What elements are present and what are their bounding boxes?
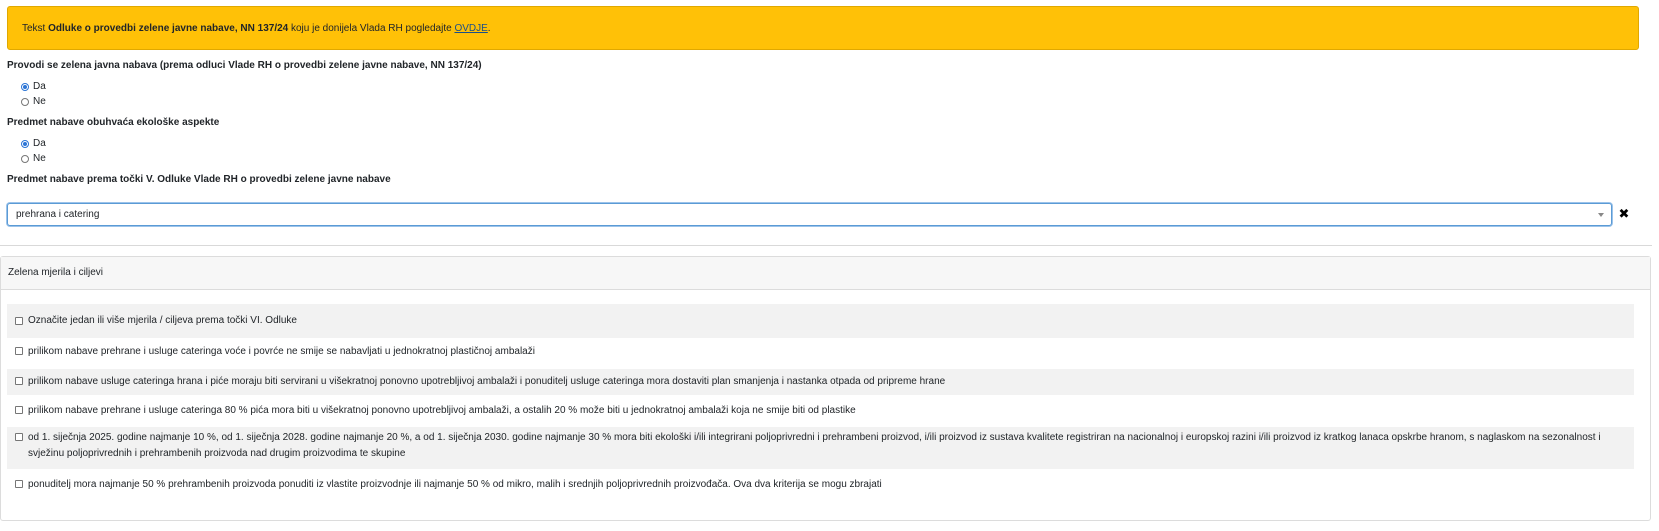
radio-label: Ne bbox=[33, 96, 46, 107]
radio-option-q1-da[interactable]: Da bbox=[7, 79, 1652, 94]
radio-button[interactable] bbox=[21, 97, 29, 106]
radio-button[interactable] bbox=[21, 154, 29, 163]
radio-label: Da bbox=[33, 138, 46, 149]
checkbox[interactable] bbox=[15, 433, 23, 441]
radio-button[interactable] bbox=[21, 82, 29, 91]
info-alert: Tekst Odluke o provedbi zelene javne nab… bbox=[7, 6, 1639, 50]
list-item[interactable]: Označite jedan ili više mjerila / ciljev… bbox=[7, 304, 1634, 338]
checkbox[interactable] bbox=[15, 480, 23, 488]
criterion-text: prilikom nabave prehrane i usluge cateri… bbox=[28, 405, 856, 416]
list-item[interactable]: od 1. siječnja 2025. godine najmanje 10 … bbox=[7, 427, 1634, 469]
radio-option-q2-da[interactable]: Da bbox=[7, 136, 1652, 151]
selected-value: prehrana i catering bbox=[16, 209, 100, 220]
checkbox[interactable] bbox=[15, 347, 23, 355]
criterion-text: prilikom nabave usluge cateringa hrana i… bbox=[28, 376, 946, 387]
list-item[interactable]: prilikom nabave prehrane i usluge cateri… bbox=[7, 344, 1634, 362]
alert-prefix: Tekst bbox=[22, 23, 49, 34]
procurement-subject-select[interactable]: prehrana i catering bbox=[7, 203, 1612, 226]
checkbox[interactable] bbox=[15, 317, 23, 325]
criterion-text: prilikom nabave prehrane i usluge cateri… bbox=[28, 346, 535, 357]
criterion-text: Označite jedan ili više mjerila / ciljev… bbox=[28, 315, 297, 326]
radio-label: Ne bbox=[33, 153, 46, 164]
list-item[interactable]: prilikom nabave usluge cateringa hrana i… bbox=[7, 369, 1634, 395]
close-icon[interactable]: ✖ bbox=[1617, 206, 1631, 222]
alert-decision-title: Odluke o provedbi zelene javne nabave, N… bbox=[48, 23, 289, 34]
radio-button[interactable] bbox=[21, 139, 29, 148]
checkbox[interactable] bbox=[15, 406, 23, 414]
section-divider bbox=[0, 245, 1652, 246]
checkbox[interactable] bbox=[15, 377, 23, 385]
criterion-text: ponuditelj mora najmanje 50 % prehramben… bbox=[28, 479, 882, 490]
question-ecological-aspects-label: Predmet nabave obuhvaća ekološke aspekte bbox=[7, 117, 220, 128]
radio-option-q2-ne[interactable]: Ne bbox=[7, 151, 1652, 166]
alert-link[interactable]: OVDJE bbox=[454, 23, 487, 34]
list-item[interactable]: prilikom nabave prehrane i usluge cateri… bbox=[7, 403, 1634, 421]
question-procurement-subject: Predmet nabave prema točki V. Odluke Vla… bbox=[7, 173, 1652, 187]
chevron-down-icon[interactable] bbox=[1598, 213, 1604, 217]
question-green-procurement-label: Provodi se zelena javna nabava (prema od… bbox=[7, 60, 482, 71]
question-green-procurement: Provodi se zelena javna nabava (prema od… bbox=[7, 59, 1652, 109]
alert-middle: koju je donijela Vlada RH pogledajte bbox=[288, 23, 455, 34]
question-ecological-aspects: Predmet nabave obuhvaća ekološke aspekte… bbox=[7, 116, 1652, 166]
radio-label: Da bbox=[33, 81, 46, 92]
criterion-text: od 1. siječnja 2025. godine najmanje 10 … bbox=[28, 432, 1601, 459]
alert-suffix: . bbox=[487, 23, 491, 34]
panel-title: Zelena mjerila i ciljevi bbox=[1, 257, 1650, 290]
question-procurement-subject-label: Predmet nabave prema točki V. Odluke Vla… bbox=[7, 174, 391, 185]
radio-option-q1-ne[interactable]: Ne bbox=[7, 94, 1652, 109]
list-item[interactable]: ponuditelj mora najmanje 50 % prehramben… bbox=[7, 477, 1634, 495]
